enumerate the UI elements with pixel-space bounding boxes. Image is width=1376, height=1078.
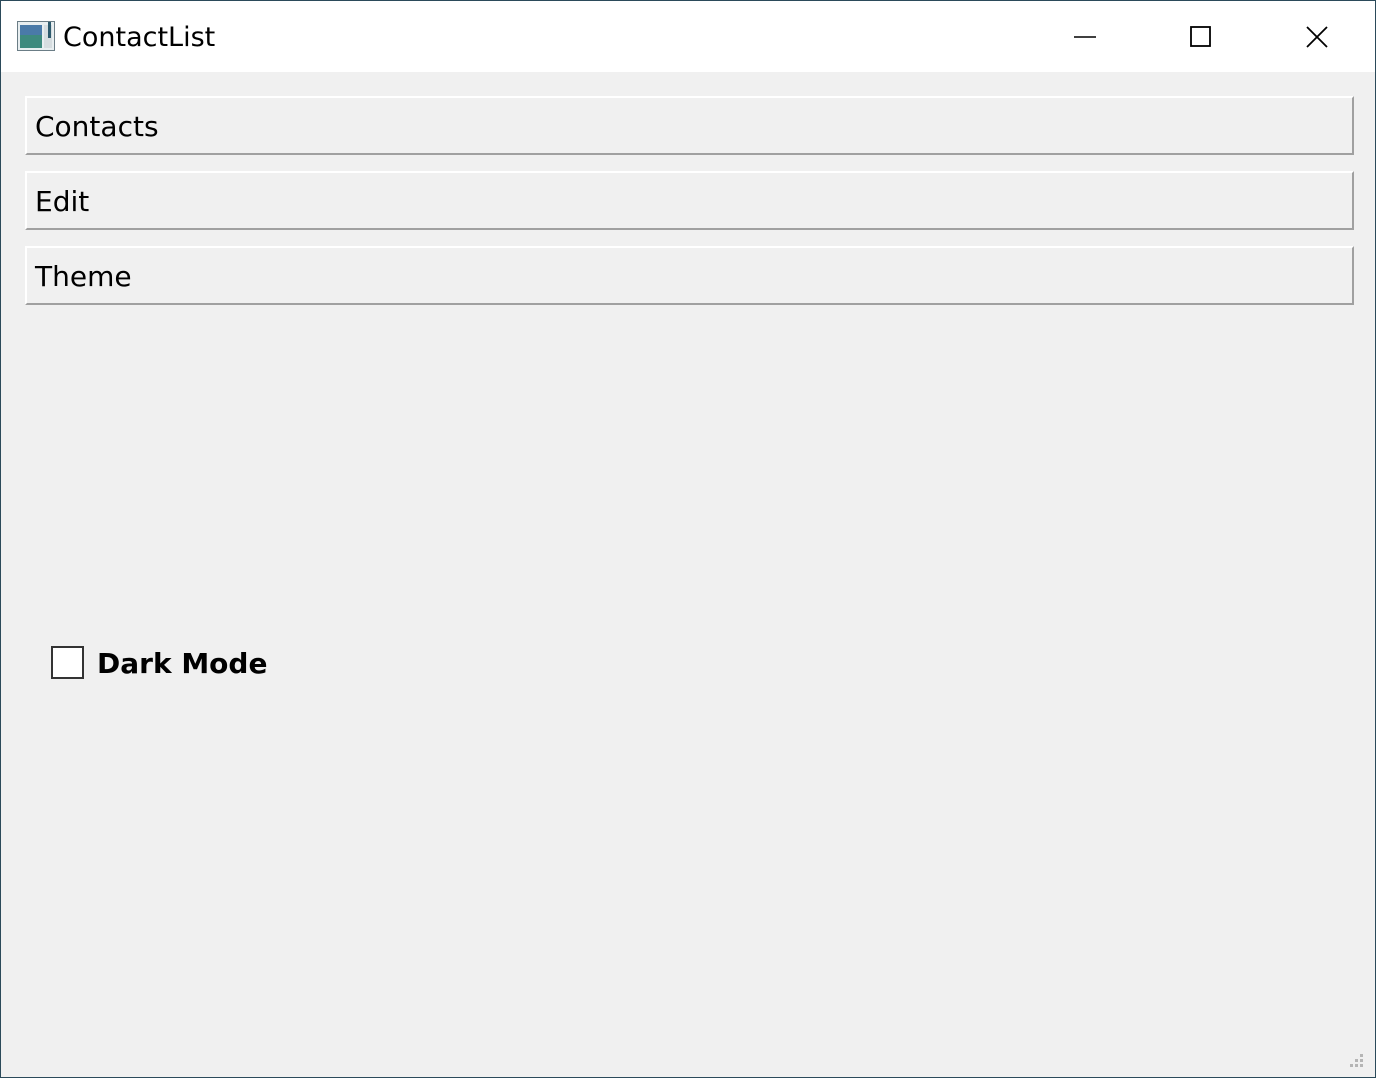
- title-bar[interactable]: ContactList: [1, 1, 1375, 72]
- edit-button-label: Edit: [35, 185, 90, 218]
- maximize-button[interactable]: [1143, 1, 1259, 72]
- close-icon: [1306, 25, 1328, 48]
- close-button[interactable]: [1259, 1, 1375, 72]
- app-window: ContactList Contacts Edit Theme Dark Mod…: [0, 0, 1376, 1078]
- contacts-button[interactable]: Contacts: [25, 96, 1354, 155]
- dark-mode-checkbox[interactable]: [51, 646, 84, 679]
- edit-button[interactable]: Edit: [25, 171, 1354, 230]
- dark-mode-label[interactable]: Dark Mode: [97, 646, 267, 682]
- maximize-icon: [1190, 25, 1211, 47]
- theme-button-label: Theme: [35, 260, 132, 293]
- resize-grip-icon[interactable]: [1345, 1051, 1365, 1071]
- app-icon: [17, 21, 55, 51]
- minimize-icon: [1074, 35, 1096, 38]
- window-title: ContactList: [63, 22, 216, 53]
- contacts-button-label: Contacts: [35, 110, 159, 143]
- theme-button[interactable]: Theme: [25, 246, 1354, 305]
- minimize-button[interactable]: [1027, 1, 1143, 72]
